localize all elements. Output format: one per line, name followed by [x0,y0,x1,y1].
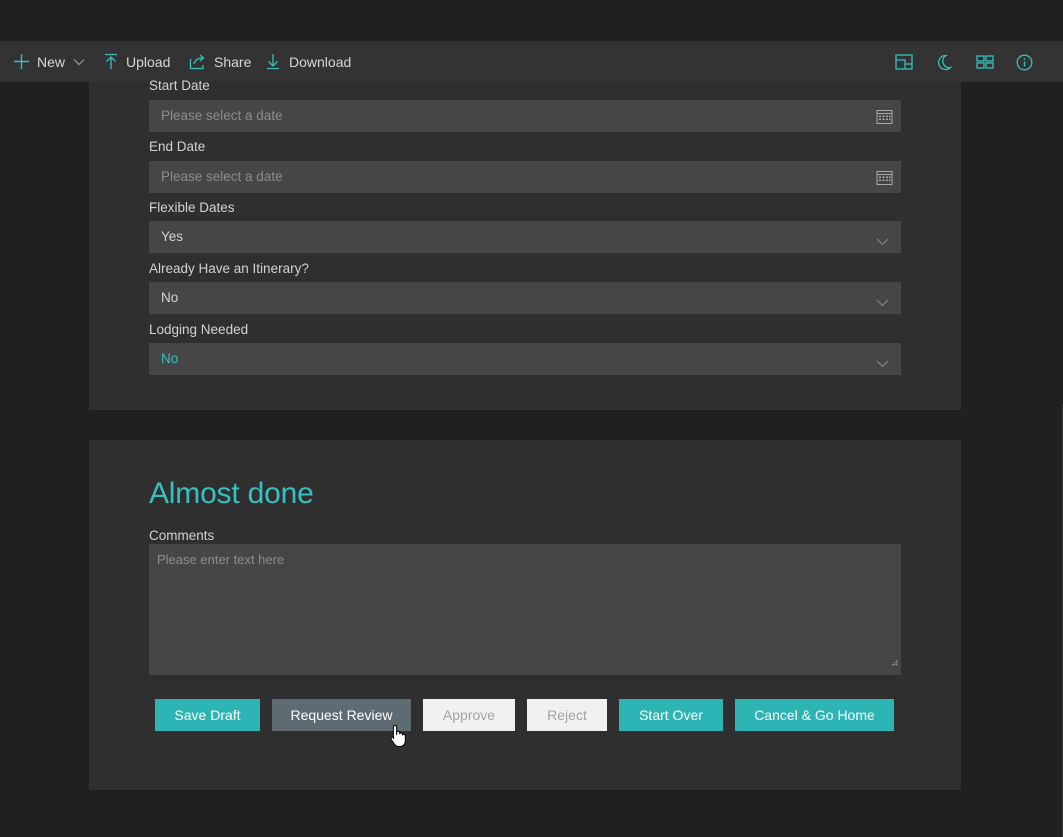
start-date-placeholder: Please select a date [161,108,283,123]
lodging-label: Lodging Needed [149,322,249,337]
section-heading: Almost done [149,477,314,510]
end-date-picker[interactable]: Please select a date [149,161,901,193]
share-icon [189,54,207,70]
moon-icon[interactable] [934,52,954,72]
share-button-label: Share [214,53,252,70]
info-icon[interactable] [1014,52,1034,72]
start-over-button[interactable]: Start Over [619,699,723,731]
calendar-icon[interactable] [876,108,893,125]
lodging-select[interactable]: No [149,343,901,375]
share-button[interactable]: Share [189,41,251,82]
save-draft-button[interactable]: Save Draft [155,699,260,731]
new-button-label: New [37,53,66,70]
flexible-dates-label: Flexible Dates [149,200,235,215]
start-date-picker[interactable]: Please select a date [149,100,901,132]
start-date-label: Start Date [149,78,210,93]
layout-icon[interactable] [894,52,914,72]
reject-button[interactable]: Reject [527,699,607,731]
end-date-placeholder: Please select a date [161,169,283,184]
itinerary-value: No [161,290,179,305]
plus-icon [13,53,30,70]
upload-icon [103,53,119,70]
calendar-icon[interactable] [876,169,893,186]
approve-button[interactable]: Approve [423,699,515,731]
chevron-down-icon [876,233,889,251]
chevron-down-icon [73,58,85,66]
comments-placeholder: Please enter text here [157,552,285,567]
lodging-value: No [161,351,179,366]
comments-label: Comments [149,528,215,543]
itinerary-label: Already Have an Itinerary? [149,261,309,276]
chevron-down-icon [876,355,889,373]
new-button[interactable]: New [13,41,85,82]
comments-textarea[interactable]: Please enter text here [149,544,901,675]
flexible-dates-select[interactable]: Yes [149,221,901,253]
resize-grip-icon[interactable] [891,654,898,672]
cancel-go-home-button[interactable]: Cancel & Go Home [735,699,894,731]
flexible-dates-value: Yes [161,229,184,244]
chevron-down-icon [876,294,889,312]
upload-button-label: Upload [126,53,171,70]
download-button[interactable]: Download [265,41,351,82]
download-button-label: Download [289,53,352,70]
download-icon [265,53,281,70]
dashboard-icon[interactable] [975,52,995,72]
upload-button[interactable]: Upload [103,41,170,82]
command-bar: New Upload Share Download [0,41,1063,82]
end-date-label: End Date [149,139,206,154]
hand-cursor-icon [390,724,408,753]
itinerary-select[interactable]: No [149,282,901,314]
